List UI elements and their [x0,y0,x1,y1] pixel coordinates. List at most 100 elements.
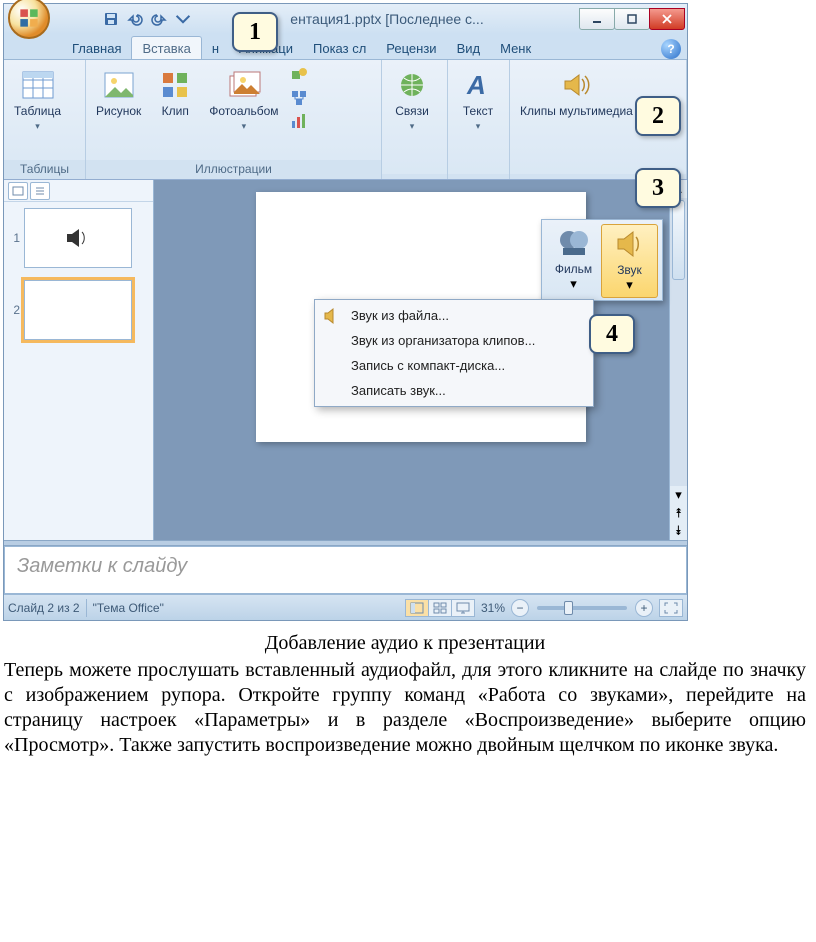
menu-label: Звук из файла... [351,308,449,323]
fit-to-window-button[interactable] [659,599,683,617]
shapes-button[interactable] [289,65,309,85]
menu-record-from-cd[interactable]: Запись с компакт-диска... [317,353,591,378]
chart-button[interactable] [289,111,309,131]
maximize-button[interactable] [614,8,650,30]
menu-record-sound[interactable]: Записать звук... [317,378,591,403]
group-links-label [382,174,447,179]
table-button[interactable]: Таблица ▾ [10,65,65,134]
title-bar: ентация1.pptx [Последнее с... [4,4,687,34]
thumb-row-2[interactable]: 2 [4,274,153,346]
tab-menu[interactable]: Менк [490,37,541,59]
tab-design[interactable]: н [202,37,229,59]
zoom-out-button[interactable]: − [511,599,529,617]
figure-caption: Добавление аудио к презентации [4,631,806,656]
notes-pane[interactable]: Заметки к слайду [4,546,687,594]
group-links: Связи ▾ [382,60,448,179]
close-button[interactable] [649,8,685,30]
quick-access-toolbar [100,8,194,30]
picture-label: Рисунок [96,105,141,119]
scroll-thumb[interactable] [672,200,685,280]
ribbon-tabs: Главная Вставка н Анимаци Показ сл Рецен… [4,34,687,60]
table-icon [21,68,55,102]
menu-label: Звук из организатора клипов... [351,333,535,348]
slide-thumb[interactable] [24,280,132,340]
clip-button[interactable]: Клип [151,65,199,121]
smartart-button[interactable] [289,88,309,108]
slides-view-tab[interactable] [8,182,28,200]
thumb-num: 2 [8,303,20,317]
slideshow-view-button[interactable] [451,599,475,617]
chevron-down-icon: ▾ [35,121,40,132]
tab-insert[interactable]: Вставка [131,36,201,59]
speaker-small-icon [323,307,341,325]
next-slide-button[interactable]: ⯯ [670,522,687,540]
normal-view-icon [410,602,424,614]
powerpoint-window: ентация1.pptx [Последнее с... Главная Вс… [3,3,688,621]
chevron-down-icon [175,11,191,27]
status-bar: Слайд 2 из 2 "Тема Office" 31% − + [4,594,687,620]
theme-indicator: "Тема Office" [93,601,164,615]
undo-button[interactable] [124,8,146,30]
callout-3: 3 [635,168,681,208]
menu-sound-from-file[interactable]: Звук из файла... [317,303,591,328]
sorter-view-button[interactable] [428,599,452,617]
chevron-down-icon: ▾ [410,121,415,132]
photoalbum-label: Фотоальбом [209,105,278,119]
tab-home[interactable]: Главная [62,37,131,59]
text-icon: A [463,70,493,100]
divider [86,599,87,617]
close-icon [661,14,673,24]
film-label: Фильм [555,262,592,276]
thumb-row-1[interactable]: 1 [4,202,153,274]
sound-icon [613,227,647,261]
clip-label: Клип [162,105,189,119]
table-label: Таблица [14,105,61,119]
window-controls [580,8,685,30]
redo-button[interactable] [148,8,170,30]
menu-label: Запись с компакт-диска... [351,358,505,373]
minimize-icon [591,14,603,24]
picture-button[interactable]: Рисунок [92,65,145,121]
scroll-down-button[interactable]: ▾ [670,486,687,504]
group-text: A Текст ▾ [448,60,510,179]
film-button[interactable]: Фильм ▾ [546,224,601,298]
svg-text:A: A [466,70,486,100]
tab-view[interactable]: Вид [447,37,491,59]
outline-view-tab[interactable] [30,182,50,200]
links-button[interactable]: Связи ▾ [388,65,436,134]
slide-indicator: Слайд 2 из 2 [8,601,80,615]
prev-slide-button[interactable]: ⯭ [670,504,687,522]
qat-dropdown[interactable] [172,8,194,30]
vertical-scrollbar[interactable]: ▴ ▾ ⯭ ⯯ [669,180,687,540]
chart-icon [290,112,308,130]
zoom-slider[interactable] [537,606,627,610]
help-button[interactable]: ? [661,39,681,59]
normal-view-button[interactable] [405,599,429,617]
group-illustrations-label: Иллюстрации [86,160,381,179]
save-button[interactable] [100,8,122,30]
text-button[interactable]: A Текст ▾ [454,65,502,134]
chevron-down-icon: ▾ [626,277,633,293]
tab-slideshow[interactable]: Показ сл [303,37,376,59]
slides-icon [12,186,24,196]
photoalbum-button[interactable]: Фотоальбом ▾ [205,65,282,134]
panel-view-switch [4,180,153,202]
zoom-in-button[interactable]: + [635,599,653,617]
media-clips-button[interactable]: Клипы мультимедиа [516,65,637,121]
menu-sound-from-organizer[interactable]: Звук из организатора клипов... [317,328,591,353]
film-icon [557,226,591,260]
chevron-down-icon: ▾ [570,276,577,292]
callout-4: 4 [589,314,635,354]
zoom-handle[interactable] [564,601,573,615]
slide-thumb[interactable] [24,208,132,268]
shapes-smallcol [289,65,309,131]
instruction-paragraph: Теперь можете прослушать вставленный ауд… [4,658,806,758]
outline-icon [34,186,46,196]
minimize-button[interactable] [579,8,615,30]
group-tables-label: Таблицы [4,160,85,179]
office-button[interactable] [8,0,50,39]
sound-button[interactable]: Звук ▾ [601,224,658,298]
tab-review[interactable]: Рецензи [376,37,446,59]
callout-2: 2 [635,96,681,136]
shapes-icon [290,66,308,84]
